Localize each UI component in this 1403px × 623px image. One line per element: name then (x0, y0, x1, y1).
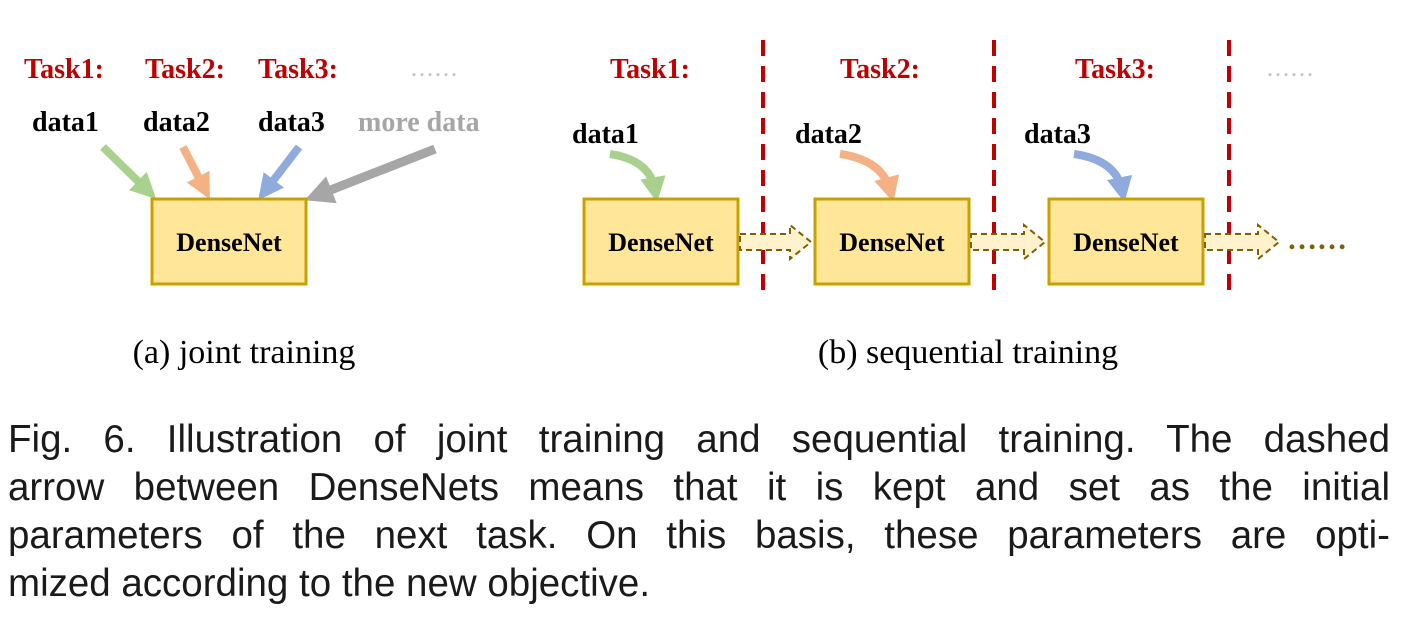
panel-a-subcaption: (a) joint training (133, 334, 356, 371)
panel-b-data2-arrow (839, 150, 900, 203)
panel-b-data1-arrow (609, 150, 666, 203)
panel-b-densenet-label-2: DenseNet (839, 228, 945, 257)
figure-illustration: Task1: Task2: Task3: …… data1 data2 data… (24, 40, 1347, 371)
panel-b-subcaption: (b) sequential training (818, 334, 1118, 371)
panel-a-task2-label: Task2: (145, 54, 225, 85)
panel-a-data1-arrow (100, 144, 157, 199)
panel-a-data3-label: data3 (258, 107, 325, 138)
panel-a-data1-label: data1 (32, 107, 99, 138)
panel-a-ellipsis: …… (410, 56, 458, 82)
panel-b-densenet-label-3: DenseNet (1073, 228, 1179, 257)
panel-b-task2-label: Task2: (840, 54, 920, 85)
panel-b-data2-label: data2 (795, 119, 862, 150)
panel-a-data2-label: data2 (143, 107, 210, 138)
panel-b-data3-arrow (1073, 150, 1133, 203)
caption-line-4: mized according to the new objective. (8, 562, 651, 605)
panel-a-densenet-label: DenseNet (176, 228, 282, 257)
panel-b-data1-label: data1 (572, 119, 639, 150)
panel-b-data3-label: data3 (1024, 119, 1091, 150)
figure-caption: Fig. 6. Illustration of joint training a… (8, 416, 1390, 608)
caption-line-1: Fig. 6. Illustration of joint training a… (8, 418, 1390, 461)
panel-b-densenet-label-1: DenseNet (608, 228, 714, 257)
panel-b-ellipsis: …… (1266, 56, 1314, 82)
panel-a-more-data-label: more data (358, 107, 480, 138)
caption-line-3: parameters of the next task. On this bas… (8, 514, 1390, 557)
panel-a-task3-label: Task3: (258, 54, 338, 85)
panel-b-sequential-training: Task1: Task2: Task3: …… data1 data2 data… (572, 40, 1347, 371)
dashed-arrow-2 (970, 222, 1047, 262)
panel-a-more-data-arrow (304, 144, 437, 204)
panel-b-task3-label: Task3: (1075, 54, 1155, 85)
caption-line-2: arrow between DenseNets means that it is… (8, 466, 1390, 509)
panel-a-joint-training: Task1: Task2: Task3: …… data1 data2 data… (24, 54, 480, 371)
panel-b-trailing-dots: …… (1287, 223, 1347, 256)
dashed-arrow-1 (739, 222, 813, 262)
panel-a-data3-arrow (258, 144, 303, 201)
panel-a-task1-label: Task1: (24, 54, 104, 85)
panel-a-data2-arrow (179, 145, 210, 200)
dashed-arrow-3 (1204, 222, 1281, 262)
panel-b-task1-label: Task1: (610, 54, 690, 85)
